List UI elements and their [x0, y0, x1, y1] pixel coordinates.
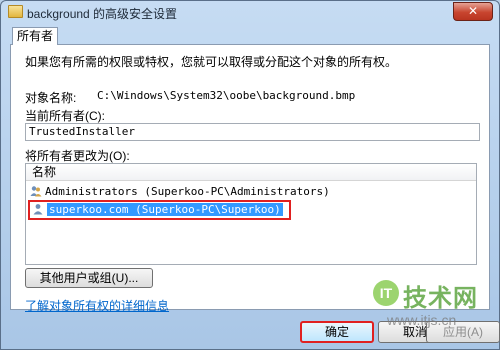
object-name-value: C:\Windows\System32\oobe\background.bmp: [97, 89, 356, 102]
list-item-label: superkoo.com (Superkoo-PC\Superkoo): [47, 203, 283, 216]
owner-candidates-list[interactable]: 名称 Administrators (Superkoo-PC\Administr…: [25, 163, 477, 265]
watermark-url: www.itjs.cn: [387, 312, 457, 328]
list-item[interactable]: Administrators (Superkoo-PC\Administrato…: [30, 184, 330, 200]
window-title: background 的高级安全设置: [27, 7, 178, 21]
list-item-label: Administrators (Superkoo-PC\Administrato…: [45, 185, 330, 198]
security-dialog-window: background 的高级安全设置 ✕ 所有者 如果您有所需的权限或特权，您就…: [0, 0, 500, 350]
watermark-logo-icon: IT: [373, 280, 399, 306]
current-owner-field[interactable]: TrustedInstaller: [25, 123, 480, 141]
other-users-groups-button[interactable]: 其他用户或组(U)...: [25, 268, 153, 288]
ok-button[interactable]: 确定: [300, 321, 374, 343]
ownership-help-link[interactable]: 了解对象所有权的详细信息: [25, 297, 169, 314]
current-owner-label: 当前所有者(C):: [25, 109, 105, 123]
instruction-text: 如果您有所需的权限或特权，您就可以取得或分配这个对象的所有权。: [25, 55, 398, 69]
list-item-selected[interactable]: superkoo.com (Superkoo-PC\Superkoo): [28, 200, 291, 220]
close-icon: ✕: [467, 4, 479, 18]
folder-icon: [8, 5, 23, 18]
group-users-icon: [30, 186, 42, 197]
close-button[interactable]: ✕: [453, 2, 493, 21]
change-owner-label: 将所有者更改为(O):: [25, 149, 130, 163]
object-name-label: 对象名称:: [25, 91, 77, 105]
watermark-logo-text: 技术网: [403, 285, 478, 312]
title-bar[interactable]: background 的高级安全设置 ✕: [1, 1, 499, 23]
owner-tab-panel: 如果您有所需的权限或特权，您就可以取得或分配这个对象的所有权。 对象名称: C:…: [10, 44, 490, 313]
site-watermark: IT 技术网 www.itjs.cn: [373, 276, 491, 336]
list-column-header-name[interactable]: 名称: [26, 164, 476, 181]
user-icon: [33, 204, 43, 215]
tab-owner[interactable]: 所有者: [12, 27, 58, 45]
